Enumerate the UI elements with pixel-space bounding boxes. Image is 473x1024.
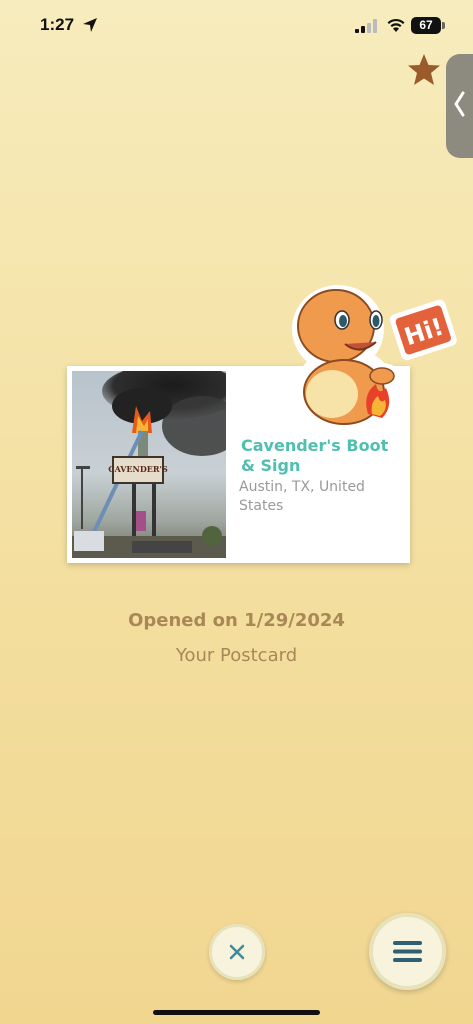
opened-date: Opened on 1/29/2024 xyxy=(128,610,345,631)
postcard-place-name: Cavender's Boot & Sign xyxy=(241,436,389,475)
wifi-icon xyxy=(387,18,405,32)
charmander-sticker: Hi! xyxy=(292,285,457,431)
postcard-location: Austin, TX, United States xyxy=(239,479,365,514)
cellular-signal-icon xyxy=(355,19,377,33)
chevron-left-icon xyxy=(454,91,465,117)
location-arrow-icon xyxy=(83,18,97,32)
battery-nub xyxy=(442,22,445,29)
status-time: 1:27 xyxy=(40,15,75,34)
close-button[interactable] xyxy=(209,924,265,980)
side-panel-tab[interactable] xyxy=(446,54,473,158)
favorite-star-icon[interactable] xyxy=(406,52,442,88)
postcard-subtitle: Your Postcard xyxy=(175,645,298,666)
status-bar: 1:27 67 xyxy=(0,0,473,54)
postcard-photo: CAVENDER'S xyxy=(72,371,226,558)
close-icon xyxy=(229,944,245,960)
menu-icon xyxy=(393,941,422,962)
main-menu-button[interactable] xyxy=(369,913,446,990)
home-indicator[interactable] xyxy=(153,1010,320,1015)
svg-text:CAVENDER'S: CAVENDER'S xyxy=(108,464,168,474)
battery-indicator: 67 xyxy=(411,17,441,34)
